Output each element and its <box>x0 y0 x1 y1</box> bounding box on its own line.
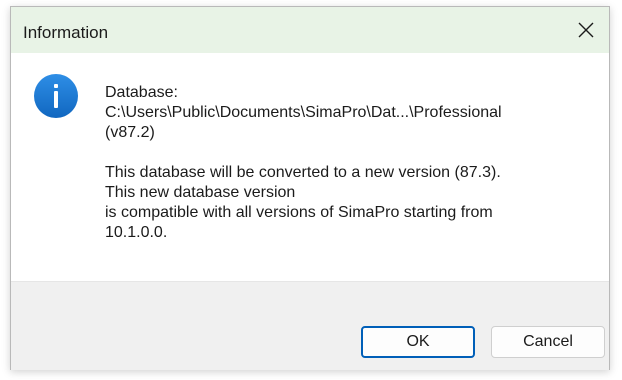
message-line: Database: <box>105 84 178 101</box>
message-line: This new database version <box>105 184 296 201</box>
message-text: Database: C:\Users\Public\Documents\Sima… <box>105 83 605 243</box>
message-line: (v87.2) <box>105 124 155 141</box>
title-bar[interactable]: Information <box>11 7 609 53</box>
message-line: 10.1.0.0. <box>105 224 168 241</box>
button-bar: OK Cancel <box>11 281 609 370</box>
close-icon <box>578 22 594 38</box>
message-line: is compatible with all versions of SimaP… <box>105 204 493 221</box>
message-line: C:\Users\Public\Documents\SimaPro\Dat...… <box>105 104 502 121</box>
cancel-button[interactable]: Cancel <box>491 326 605 358</box>
window-title: Information <box>23 23 109 42</box>
information-dialog: Information Database: C:\Users\Public\Do… <box>10 6 610 370</box>
close-button[interactable] <box>563 7 609 53</box>
dialog-content: Database: C:\Users\Public\Documents\Sima… <box>11 53 609 281</box>
message-line: This database will be converted to a new… <box>105 164 501 181</box>
ok-button[interactable]: OK <box>361 326 475 358</box>
info-icon <box>34 74 78 118</box>
